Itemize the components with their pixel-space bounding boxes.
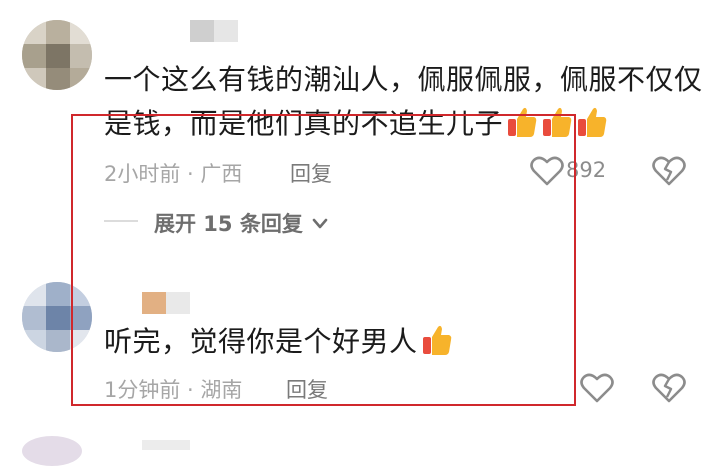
username-censored: [142, 440, 190, 450]
like-heart-icon[interactable]: [580, 372, 614, 404]
broken-heart-icon[interactable]: [652, 155, 686, 187]
highlight-annotation: [71, 114, 576, 406]
avatar[interactable]: [22, 436, 82, 466]
thumbs-up-icon: [578, 107, 607, 137]
comment-line: 一个这么有钱的潮汕人，佩服佩服，佩服不仅仅: [104, 63, 703, 96]
username-censored: [190, 20, 214, 42]
broken-heart-icon[interactable]: [652, 372, 686, 404]
username-censored: [214, 20, 238, 42]
avatar[interactable]: [22, 20, 92, 90]
